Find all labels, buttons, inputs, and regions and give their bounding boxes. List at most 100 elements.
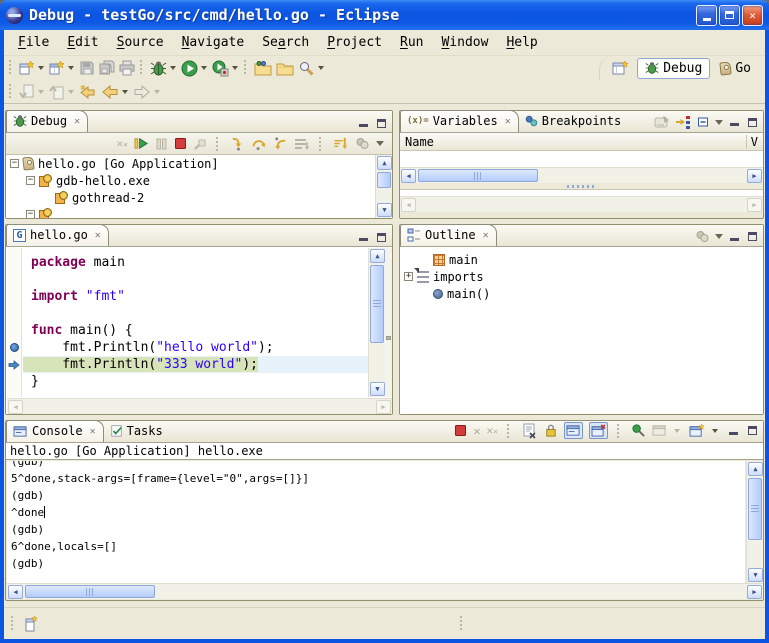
debug-dropdown-arrow[interactable]	[170, 66, 176, 70]
menu-help[interactable]: Help	[498, 33, 545, 52]
console-scrollbar-horizontal[interactable]: ◀ ▶	[7, 583, 763, 599]
debug-tree-item-gothread-2[interactable]: gothread-2	[6, 189, 374, 206]
editor-scrollbar-horizontal[interactable]: ◀ ▶	[7, 398, 392, 414]
disconnect-button[interactable]	[193, 137, 207, 151]
remove-launch-button[interactable]: ✕	[473, 424, 480, 438]
breakpoint-marker[interactable]	[7, 339, 21, 356]
remove-all-terminated-button[interactable]: ✕✕	[117, 137, 128, 150]
last-edit-location-button[interactable]	[77, 81, 99, 103]
tree-expander[interactable]: −	[26, 210, 35, 218]
display-console-dropdown-arrow[interactable]	[674, 429, 680, 433]
overview-ruler[interactable]	[385, 248, 392, 397]
collapse-all-button[interactable]	[696, 115, 710, 129]
console-output[interactable]: (gdb)5^done,stack-args=[frame={level="0"…	[7, 461, 745, 583]
menu-search[interactable]: Search	[254, 33, 317, 52]
open-resource-button[interactable]	[274, 57, 296, 79]
open-console-dropdown-arrow[interactable]	[712, 429, 718, 433]
view-menu-icon[interactable]	[376, 141, 384, 146]
suspend-button[interactable]	[155, 137, 168, 151]
open-type-button[interactable]	[252, 57, 274, 79]
tab-outline[interactable]: Outline ✕	[400, 224, 497, 246]
annotation-tick[interactable]	[386, 336, 391, 340]
outline-item-main[interactable]: main()	[400, 285, 763, 302]
open-console-button[interactable]	[689, 424, 705, 438]
back-button[interactable]	[99, 81, 121, 103]
minimize-view-button[interactable]	[357, 231, 370, 243]
perspective-debug[interactable]: Debug	[637, 58, 710, 79]
forward-button[interactable]	[131, 81, 153, 103]
debug-tree-item-gdb-helloexe[interactable]: −gdb-hello.exe	[6, 172, 374, 189]
menu-window[interactable]: Window	[433, 33, 496, 52]
variables-table-header[interactable]: Name V	[400, 133, 763, 151]
tree-expander[interactable]: −	[26, 176, 35, 185]
close-tab-icon[interactable]: ✕	[90, 426, 96, 437]
tab-tasks[interactable]: Tasks	[104, 420, 170, 442]
variables-table-body[interactable]	[400, 151, 763, 167]
fast-view-button[interactable]	[23, 615, 39, 633]
save-button[interactable]	[77, 57, 97, 79]
debug-tree-item[interactable]: −	[6, 206, 374, 218]
show-stderr-toggle[interactable]	[589, 422, 608, 439]
tab-breakpoints[interactable]: Breakpoints	[519, 110, 628, 132]
menu-run[interactable]: Run	[392, 33, 431, 52]
maximize-view-button[interactable]	[375, 117, 388, 129]
view-menu-icon[interactable]	[715, 120, 723, 125]
tab-variables[interactable]: (x)= Variables ✕	[400, 110, 519, 132]
display-selected-console-button[interactable]	[652, 424, 667, 437]
tab-debug[interactable]: Debug ✕	[6, 110, 88, 132]
minimize-view-button[interactable]	[728, 116, 741, 128]
maximize-view-button[interactable]	[746, 231, 759, 243]
tab-hello-go[interactable]: G hello.go ✕	[6, 224, 109, 246]
terminate-button[interactable]	[454, 424, 467, 437]
step-return-button[interactable]	[273, 136, 288, 151]
instruction-pointer-marker[interactable]	[7, 356, 21, 373]
previous-annotation-button[interactable]	[47, 81, 67, 103]
run-launch-button[interactable]	[179, 57, 200, 79]
minimize-view-button[interactable]	[727, 425, 740, 437]
minimize-button[interactable]	[696, 5, 717, 26]
resume-button[interactable]	[134, 136, 149, 151]
back-dropdown-arrow[interactable]	[122, 90, 128, 94]
close-tab-icon[interactable]: ✕	[505, 116, 511, 127]
drop-to-frame-button[interactable]	[294, 137, 310, 151]
annotation-ruler[interactable]	[7, 248, 22, 397]
external-tools-dropdown-arrow[interactable]	[232, 66, 238, 70]
step-over-button[interactable]	[251, 136, 267, 151]
previous-annotation-dropdown-arrow[interactable]	[68, 90, 74, 94]
code-editor[interactable]: package main import "fmt" func main() { …	[23, 248, 368, 397]
view-menu-icon[interactable]	[715, 234, 723, 239]
editor-scrollbar-vertical[interactable]: ▲ ▼	[368, 248, 385, 397]
console-scrollbar-vertical[interactable]: ▲ ▼	[746, 461, 763, 583]
maximize-view-button[interactable]	[746, 116, 759, 128]
external-tools-button[interactable]	[210, 57, 231, 79]
code-line[interactable]: fmt.Println("hello world");	[23, 339, 368, 356]
scroll-lock-button[interactable]	[543, 423, 558, 438]
outline-item-imports[interactable]: +imports	[400, 268, 763, 285]
forward-dropdown-arrow[interactable]	[154, 90, 160, 94]
tab-console[interactable]: Console ✕	[6, 420, 104, 442]
step-into-button[interactable]	[230, 136, 245, 151]
maximize-view-button[interactable]	[375, 231, 388, 243]
save-all-button[interactable]	[97, 57, 117, 79]
new-other-dropdown-arrow[interactable]	[68, 66, 74, 70]
close-tab-icon[interactable]: ✕	[74, 116, 80, 127]
search-dropdown-arrow[interactable]	[318, 66, 324, 70]
maximize-view-button[interactable]	[746, 425, 759, 437]
close-button[interactable]: ✕	[742, 5, 763, 26]
maximize-button[interactable]	[719, 5, 740, 26]
tree-expander[interactable]: −	[10, 159, 19, 168]
search-button[interactable]	[296, 57, 317, 79]
new-dropdown-arrow[interactable]	[38, 66, 44, 70]
debug-options-button[interactable]	[355, 137, 370, 150]
show-stdout-toggle[interactable]	[564, 422, 583, 439]
code-line[interactable]: fmt.Println("333 world");	[23, 356, 368, 373]
column-value[interactable]: V	[746, 135, 758, 149]
close-tab-icon[interactable]: ✕	[483, 230, 489, 241]
new-wizard-button[interactable]	[17, 57, 37, 79]
code-line[interactable]	[23, 305, 368, 322]
show-logical-structure-button[interactable]	[675, 115, 691, 129]
debug-scrollbar-vertical[interactable]: ▲ ▼	[375, 155, 392, 218]
next-annotation-dropdown-arrow[interactable]	[38, 90, 44, 94]
pin-console-button[interactable]	[631, 423, 646, 438]
clear-console-button[interactable]	[521, 423, 537, 439]
